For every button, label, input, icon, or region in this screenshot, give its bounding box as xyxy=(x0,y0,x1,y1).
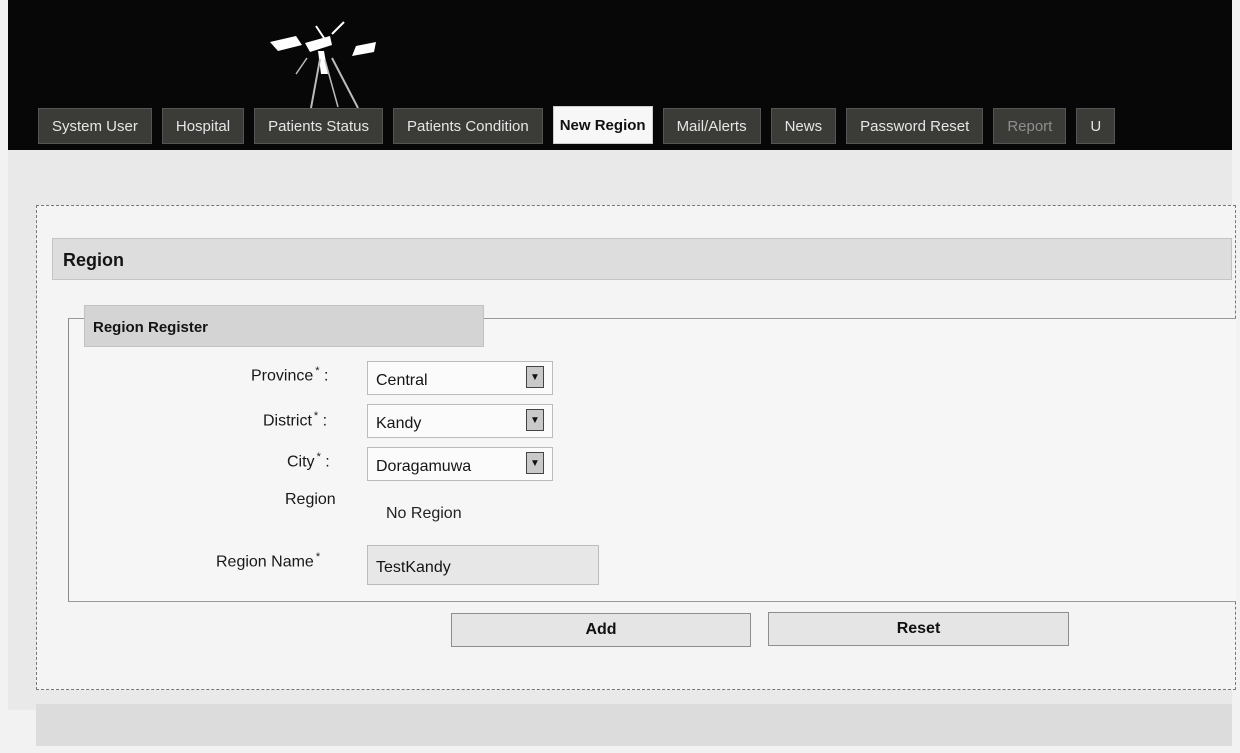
required-marker: * xyxy=(316,451,321,463)
region-name-label: Region Name * xyxy=(216,551,321,571)
chevron-down-icon[interactable]: ▼ xyxy=(526,452,544,474)
tab-system-user[interactable]: System User xyxy=(38,108,152,144)
province-select[interactable]: Central ▼ xyxy=(367,361,553,395)
section-title: Region Register xyxy=(93,319,209,336)
chevron-down-icon[interactable]: ▼ xyxy=(526,409,544,431)
add-button[interactable]: Add xyxy=(451,613,751,647)
required-marker: * xyxy=(313,410,319,422)
required-marker: * xyxy=(315,551,321,563)
province-label: Province * : xyxy=(251,365,329,385)
region-panel-header: Region xyxy=(52,238,1232,280)
tab-patients-status[interactable]: Patients Status xyxy=(254,108,383,144)
district-label: District * : xyxy=(263,410,328,430)
required-marker: * xyxy=(315,365,320,377)
tab-new-region[interactable]: New Region xyxy=(552,106,653,144)
footer-bar xyxy=(36,704,1232,746)
tab-patients-condition[interactable]: Patients Condition xyxy=(392,108,543,144)
tab-password-reset[interactable]: Password Reset xyxy=(846,108,984,144)
tab-truncated[interactable]: U xyxy=(1076,108,1116,144)
reset-button[interactable]: Reset xyxy=(768,612,1069,646)
region-register-legend: Region Register xyxy=(84,305,484,347)
tab-news[interactable]: News xyxy=(770,108,837,144)
mosquito-logo-icon xyxy=(248,8,398,109)
tab-mail-alerts[interactable]: Mail/Alerts xyxy=(662,108,761,144)
city-label: City * : xyxy=(287,451,330,471)
district-select[interactable]: Kandy ▼ xyxy=(367,404,553,438)
city-select[interactable]: Doragamuwa ▼ xyxy=(367,447,553,481)
tab-hospital[interactable]: Hospital xyxy=(161,108,245,144)
region-name-input[interactable]: TestKandy xyxy=(367,545,599,585)
main-navigation: System User Hospital Patients Status Pat… xyxy=(38,106,1116,144)
region-value: No Region xyxy=(386,505,462,522)
tab-report[interactable]: Report xyxy=(993,108,1067,144)
page-title: Region xyxy=(63,250,124,270)
region-label: Region xyxy=(285,491,336,508)
chevron-down-icon[interactable]: ▼ xyxy=(526,366,544,388)
app-header: System User Hospital Patients Status Pat… xyxy=(8,0,1232,150)
